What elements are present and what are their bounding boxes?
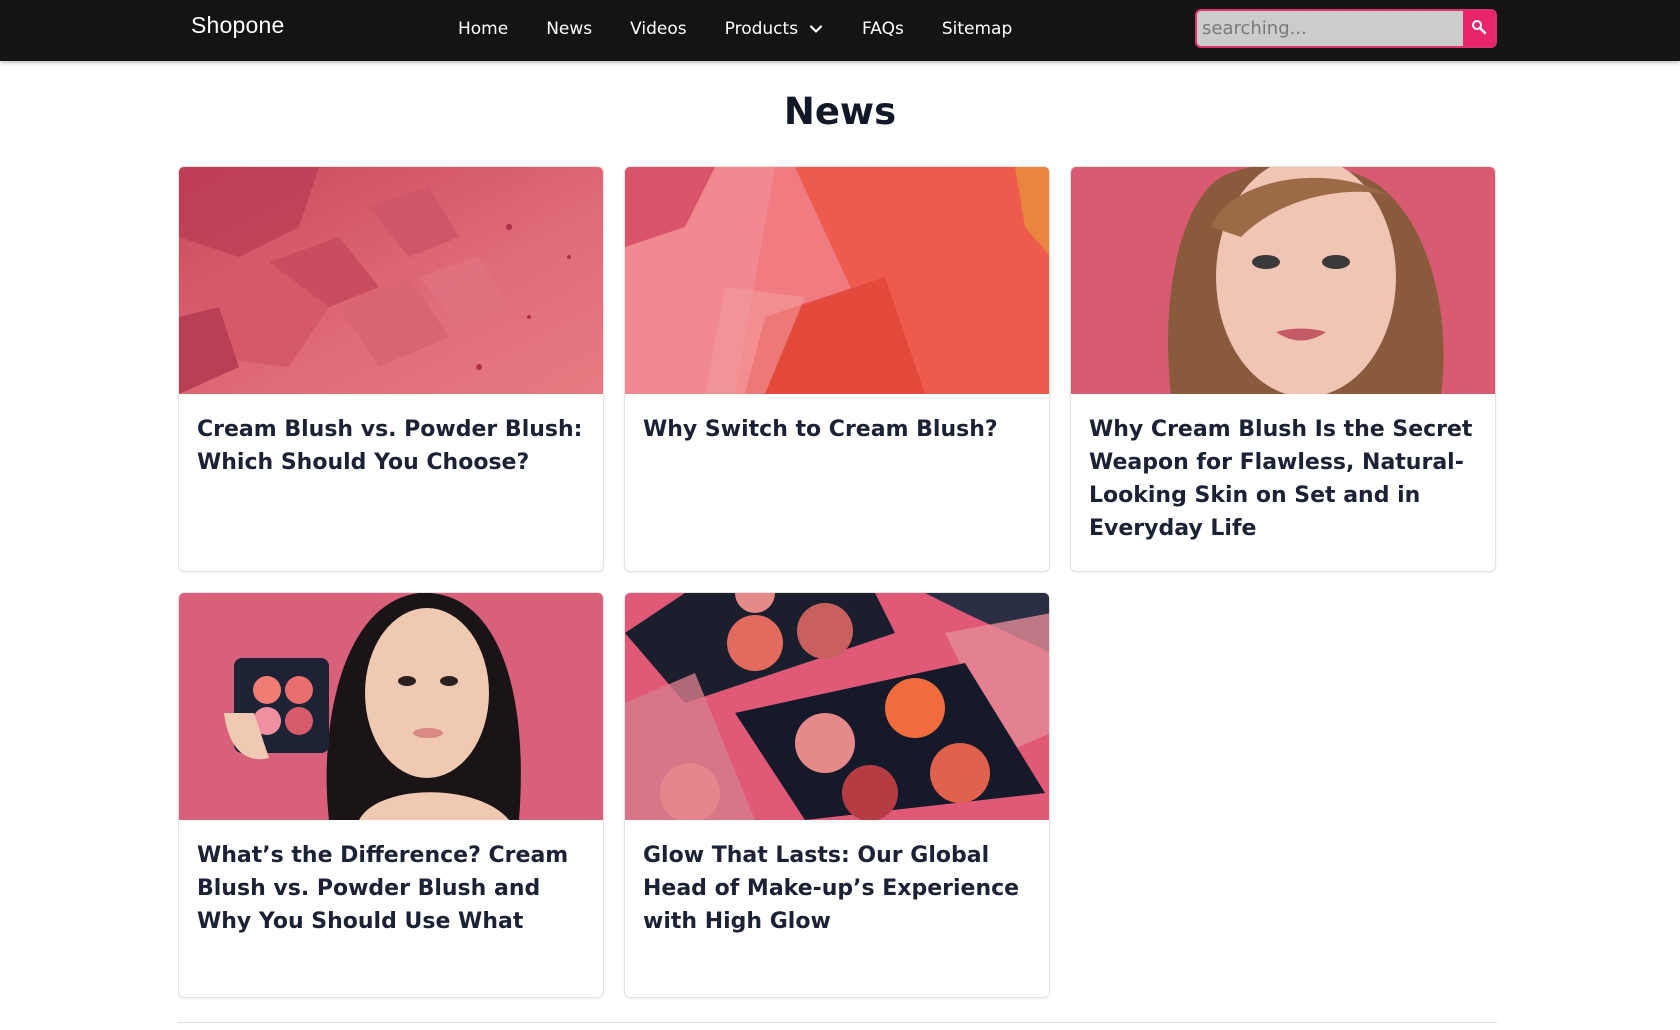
news-card-title[interactable]: What’s the Difference? Cream Blush vs. P… bbox=[179, 820, 603, 938]
chevron-down-icon bbox=[808, 21, 824, 37]
search-box bbox=[1195, 9, 1497, 48]
news-card-title[interactable]: Why Switch to Cream Blush? bbox=[625, 394, 1049, 446]
search-icon bbox=[1471, 19, 1487, 38]
nav-item-label: Products bbox=[724, 18, 799, 39]
news-card[interactable]: Glow That Lasts: Our Global Head of Make… bbox=[624, 592, 1050, 998]
nav-item-products[interactable]: Products bbox=[725, 19, 824, 39]
nav-item-label: Home bbox=[458, 18, 509, 39]
news-card-title[interactable]: Glow That Lasts: Our Global Head of Make… bbox=[625, 820, 1049, 938]
news-card-image[interactable] bbox=[179, 167, 603, 394]
nav-item-home[interactable]: Home bbox=[458, 19, 508, 39]
news-card[interactable]: Cream Blush vs. Powder Blush: Which Shou… bbox=[178, 166, 604, 572]
news-grid: Cream Blush vs. Powder Blush: Which Shou… bbox=[178, 166, 1497, 998]
news-card-title[interactable]: Cream Blush vs. Powder Blush: Which Shou… bbox=[179, 394, 603, 479]
search-input[interactable] bbox=[1197, 11, 1464, 46]
nav-item-label: Videos bbox=[630, 18, 687, 39]
nav-item-sitemap[interactable]: Sitemap bbox=[942, 19, 1012, 39]
search-button[interactable] bbox=[1463, 11, 1495, 46]
main-nav: Home News Videos Products FAQs Sitemap bbox=[458, 0, 1050, 57]
brand-logo[interactable]: Shopone bbox=[191, 12, 285, 39]
news-card[interactable]: What’s the Difference? Cream Blush vs. P… bbox=[178, 592, 604, 998]
nav-item-faqs[interactable]: FAQs bbox=[862, 19, 904, 39]
nav-item-label: News bbox=[546, 18, 593, 39]
news-card-image[interactable] bbox=[1071, 167, 1495, 394]
nav-item-news[interactable]: News bbox=[546, 19, 592, 39]
nav-item-videos[interactable]: Videos bbox=[630, 19, 687, 39]
news-card[interactable]: Why Switch to Cream Blush? bbox=[624, 166, 1050, 572]
news-card-title[interactable]: Why Cream Blush Is the Secret Weapon for… bbox=[1071, 394, 1495, 545]
footer-divider bbox=[178, 1022, 1497, 1023]
news-card-image[interactable] bbox=[625, 593, 1049, 820]
nav-item-label: FAQs bbox=[862, 18, 904, 39]
news-card-image[interactable] bbox=[179, 593, 603, 820]
page-title: News bbox=[783, 90, 897, 133]
news-card-image[interactable] bbox=[625, 167, 1049, 394]
top-navigation-bar: Shopone Home News Videos Products FAQs S… bbox=[0, 0, 1680, 61]
news-card[interactable]: Why Cream Blush Is the Secret Weapon for… bbox=[1070, 166, 1496, 572]
nav-item-label: Sitemap bbox=[941, 18, 1013, 39]
